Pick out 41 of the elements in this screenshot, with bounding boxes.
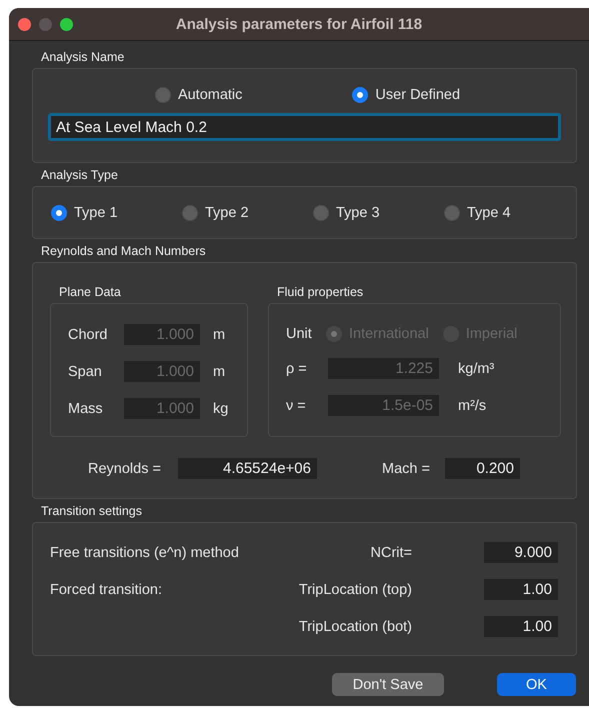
field-label: ρ = bbox=[286, 360, 308, 376]
ok-button[interactable]: OK bbox=[497, 673, 576, 696]
row-label: Free transitions (e^n) method bbox=[50, 544, 240, 560]
unit-label: m²/s bbox=[458, 398, 488, 414]
unit-label: kg bbox=[213, 400, 230, 416]
field-label: Mach = bbox=[382, 460, 431, 476]
number-field[interactable]: 9.000 bbox=[484, 542, 558, 563]
group-label: Reynolds and Mach Numbers bbox=[41, 244, 206, 258]
radio-button[interactable]: Type 1 bbox=[51, 204, 182, 220]
radio-button[interactable]: Type 2 bbox=[182, 204, 313, 220]
zoom-button[interactable] bbox=[60, 18, 73, 30]
group-label: Transition settings bbox=[41, 504, 142, 518]
unit-label: m bbox=[213, 326, 226, 342]
radio-button[interactable]: Type 3 bbox=[313, 204, 444, 220]
reynolds-field[interactable]: 4.65524e+06 bbox=[178, 458, 317, 479]
field-label: ν = bbox=[286, 398, 307, 414]
radio-button[interactable]: User Defined bbox=[352, 87, 460, 103]
window-title: Analysis parameters for Airfoil 118 bbox=[176, 16, 422, 32]
field-label: Chord bbox=[68, 326, 108, 342]
group-label: Analysis Type bbox=[41, 168, 118, 182]
name-field[interactable]: At Sea Level Mach 0.2 bbox=[48, 113, 561, 141]
unit-label: kg/m³ bbox=[458, 360, 496, 376]
mach-field[interactable]: 0.200 bbox=[445, 458, 520, 479]
unit-label: Unit bbox=[286, 326, 313, 342]
group-label: Plane Data bbox=[59, 285, 121, 299]
field-label: Span bbox=[68, 364, 103, 380]
unit-label: m bbox=[213, 364, 226, 380]
row-label: Forced transition: bbox=[50, 582, 164, 598]
field-label: Reynolds = bbox=[88, 460, 162, 476]
dont-save-button[interactable]: Don't Save bbox=[332, 673, 444, 696]
radio-button[interactable]: Type 4 bbox=[444, 204, 575, 220]
group-label: Fluid properties bbox=[277, 285, 364, 299]
radio-button[interactable]: Automatic bbox=[154, 87, 242, 103]
group-label: Analysis Name bbox=[41, 50, 124, 64]
number-field[interactable]: 1.00 bbox=[484, 616, 558, 637]
field-label: NCrit= bbox=[370, 544, 412, 560]
field-label: Mass bbox=[68, 400, 104, 416]
field-label: TripLocation (top) bbox=[298, 582, 412, 598]
field-label: TripLocation (bot) bbox=[298, 618, 412, 634]
close-button[interactable] bbox=[18, 18, 31, 30]
number-field[interactable]: 1.00 bbox=[484, 579, 558, 600]
